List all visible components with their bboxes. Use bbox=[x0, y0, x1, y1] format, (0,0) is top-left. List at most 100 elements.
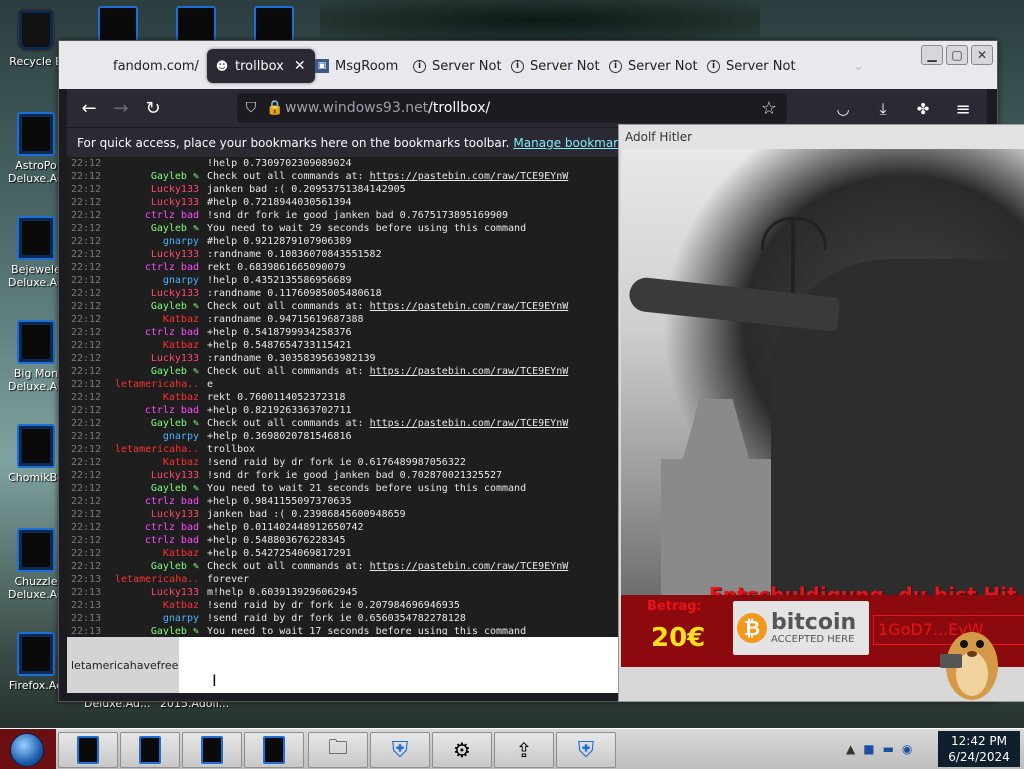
chat-nickname[interactable]: ctrlz bad bbox=[115, 521, 207, 534]
chat-nickname[interactable]: Gayleb ✎ bbox=[115, 625, 207, 635]
bookmark-star-icon[interactable]: ☆ bbox=[755, 98, 783, 119]
chat-nickname[interactable]: ctrlz bad bbox=[115, 209, 207, 222]
tab-fandom[interactable]: fandom.com/ bbox=[105, 49, 211, 83]
chat-nickname[interactable]: ctrlz bad bbox=[115, 495, 207, 508]
chat-nickname[interactable]: Katbaz bbox=[115, 391, 207, 404]
chat-nickname[interactable] bbox=[115, 157, 207, 170]
chat-nickname[interactable]: Gayleb ✎ bbox=[115, 170, 207, 183]
close-window-button[interactable]: ✕ bbox=[971, 45, 993, 65]
chat-nickname[interactable]: letamericaha.. bbox=[115, 443, 207, 456]
tab-server-not-found[interactable]: i Server Not bbox=[405, 49, 511, 83]
chat-row: 22:12 ctrlz bad +help 0.9841155097370635 bbox=[67, 495, 619, 508]
chat-message-text: m!help 0.6039139296062945 bbox=[207, 587, 358, 598]
chat-nickname[interactable]: Katbaz bbox=[115, 456, 207, 469]
tracking-shield-icon[interactable]: ⛉ bbox=[237, 100, 265, 116]
taskbar-app[interactable] bbox=[244, 732, 304, 768]
download-icon[interactable]: ⤓ bbox=[867, 93, 899, 125]
chat-link[interactable]: https://pastebin.com/raw/TCE9EYnW bbox=[370, 561, 569, 572]
taskbar-app[interactable] bbox=[182, 732, 242, 768]
lock-warning-icon[interactable]: 🔒 bbox=[265, 100, 285, 116]
back-arrow-icon[interactable]: ← bbox=[73, 92, 105, 124]
chat-nickname[interactable]: gnarpy bbox=[115, 430, 207, 443]
chat-nickname[interactable]: gnarpy bbox=[115, 235, 207, 248]
chat-nickname[interactable]: Katbaz bbox=[115, 339, 207, 352]
tab-server-not-found[interactable]: i Server Not bbox=[699, 49, 805, 83]
maximize-button[interactable]: ▢ bbox=[946, 45, 968, 65]
chat-message-text: You need to wait 29 seconds before using… bbox=[207, 223, 527, 234]
taskbar-app[interactable]: ⇪ bbox=[494, 732, 554, 768]
chat-nickname[interactable]: Lucky133 bbox=[115, 248, 207, 261]
desktop-top-icon[interactable] bbox=[254, 6, 294, 44]
chat-nickname[interactable]: ctrlz bad bbox=[115, 534, 207, 547]
tab-msgroom[interactable]: ▣ MsgRoom bbox=[307, 49, 413, 83]
tray-volume-icon[interactable]: ◉ bbox=[902, 742, 912, 756]
url-bar[interactable]: ⛉ 🔒 www.windows93.net/trollbox/ ☆ bbox=[237, 93, 787, 123]
chat-message-text: #help 0.9212879107906389 bbox=[207, 236, 352, 247]
start-button[interactable] bbox=[0, 729, 56, 769]
chat-nickname[interactable]: Lucky133 bbox=[115, 196, 207, 209]
tab-server-not-found[interactable]: i Server Not bbox=[601, 49, 707, 83]
chat-link[interactable]: https://pastebin.com/raw/TCE9EYnW bbox=[370, 171, 569, 182]
chat-timestamp: 22:12 bbox=[71, 210, 102, 221]
desktop-top-icon[interactable] bbox=[98, 6, 138, 44]
chat-nickname[interactable]: Gayleb ✎ bbox=[115, 560, 207, 573]
chat-timestamp: 22:12 bbox=[71, 262, 102, 273]
chat-nickname[interactable]: Katbaz bbox=[115, 599, 207, 612]
clock-date: 6/24/2024 bbox=[948, 750, 1010, 764]
chat-timestamp: 22:13 bbox=[71, 587, 102, 598]
chat-message-text: +help 0.8219263363702711 bbox=[207, 405, 352, 416]
game-app-icon bbox=[17, 320, 55, 364]
tab-server-not-found[interactable]: i Server Not bbox=[503, 49, 609, 83]
chat-nickname[interactable]: Gayleb ✎ bbox=[115, 222, 207, 235]
chat-nickname[interactable]: Lucky133 bbox=[115, 469, 207, 482]
pocket-icon[interactable]: ◡ bbox=[827, 93, 859, 125]
chat-nickname[interactable]: Gayleb ✎ bbox=[115, 300, 207, 313]
tray-network-icon[interactable]: ▬ bbox=[883, 742, 894, 756]
chat-nickname[interactable]: Katbaz bbox=[115, 313, 207, 326]
chat-nickname[interactable]: Lucky133 bbox=[115, 508, 207, 521]
chat-link[interactable]: https://pastebin.com/raw/TCE9EYnW bbox=[370, 418, 569, 429]
taskbar-app[interactable]: ⛨ bbox=[556, 732, 616, 768]
desktop-top-icon[interactable] bbox=[176, 6, 216, 44]
chat-link[interactable]: https://pastebin.com/raw/TCE9EYnW bbox=[370, 366, 569, 377]
chat-nickname[interactable]: ctrlz bad bbox=[115, 404, 207, 417]
menu-hamburger-icon[interactable]: ≡ bbox=[947, 93, 979, 125]
chat-nickname[interactable]: ctrlz bad bbox=[115, 261, 207, 274]
forward-arrow-icon[interactable]: → bbox=[105, 92, 137, 124]
chat-nickname[interactable]: Gayleb ✎ bbox=[115, 482, 207, 495]
chat-nickname[interactable]: letamericaha.. bbox=[115, 378, 207, 391]
game-app-icon bbox=[17, 216, 55, 260]
chat-nickname[interactable]: gnarpy bbox=[115, 612, 207, 625]
chat-nickname[interactable]: letamericaha.. bbox=[115, 573, 207, 586]
chat-nickname[interactable]: Lucky133 bbox=[115, 287, 207, 300]
chat-nickname[interactable]: Gayleb ✎ bbox=[115, 417, 207, 430]
chat-nickname[interactable]: ctrlz bad bbox=[115, 326, 207, 339]
taskbar-app[interactable]: 🗀 bbox=[308, 732, 368, 768]
chat-nickname[interactable]: Lucky133 bbox=[115, 183, 207, 196]
tray-arrow-icon[interactable]: ▲ bbox=[846, 742, 855, 756]
chat-link[interactable]: https://pastebin.com/raw/TCE9EYnW bbox=[370, 301, 569, 312]
chat-log[interactable]: 22:12 !help 0.7309702309089024 22:12 Gayleb… bbox=[67, 157, 619, 635]
taskbar-app[interactable]: ⚙ bbox=[432, 732, 492, 768]
chat-message-input[interactable] bbox=[179, 637, 623, 695]
chat-nickname[interactable]: Lucky133 bbox=[115, 352, 207, 365]
tab-trollbox[interactable]: ☻ trollbox ✕ bbox=[207, 49, 315, 83]
chat-nickname[interactable]: Katbaz bbox=[115, 547, 207, 560]
hamster-mascot-icon[interactable] bbox=[934, 604, 1004, 704]
extensions-icon[interactable]: ✤ bbox=[907, 93, 939, 125]
chat-nickname[interactable]: gnarpy bbox=[115, 274, 207, 287]
chat-nickname[interactable]: Gayleb ✎ bbox=[115, 365, 207, 378]
clock[interactable]: 12:42 PM 6/24/2024 bbox=[938, 731, 1020, 767]
taskbar-app[interactable]: ⛨ bbox=[370, 732, 430, 768]
nickname-button[interactable]: letamericahavefreedom bbox=[67, 637, 179, 693]
tray-app-icon[interactable]: ■ bbox=[863, 742, 874, 756]
taskbar-app[interactable] bbox=[58, 732, 118, 768]
tab-list-chevron-icon[interactable]: ⌄ bbox=[845, 49, 885, 83]
reload-icon[interactable]: ↻ bbox=[137, 92, 169, 124]
close-icon[interactable]: ✕ bbox=[294, 58, 306, 74]
taskbar-app[interactable] bbox=[120, 732, 180, 768]
chat-row: 22:12 Katbaz rekt 0.7600114052372318 bbox=[67, 391, 619, 404]
minimize-button[interactable]: ▁ bbox=[921, 45, 943, 65]
chat-nickname[interactable]: Lucky133 bbox=[115, 586, 207, 599]
chat-message: You need to wait 21 seconds before using… bbox=[207, 482, 526, 495]
